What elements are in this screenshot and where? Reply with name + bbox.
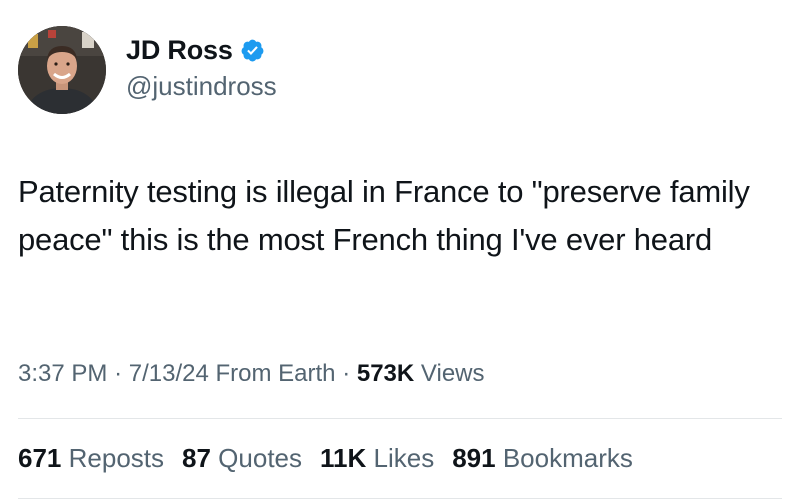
reposts-stat[interactable]: 671 Reposts bbox=[18, 443, 164, 474]
likes-stat[interactable]: 11K Likes bbox=[320, 443, 434, 474]
quotes-label: Quotes bbox=[218, 443, 302, 473]
divider bbox=[18, 498, 782, 499]
quotes-stat[interactable]: 87 Quotes bbox=[182, 443, 302, 474]
tweet-source: From Earth bbox=[215, 360, 336, 387]
meta-separator: · bbox=[114, 360, 123, 387]
bookmarks-label: Bookmarks bbox=[502, 443, 633, 473]
views-label: Views bbox=[420, 360, 485, 387]
author-display-name[interactable]: JD Ross bbox=[126, 35, 233, 66]
views-count: 573K bbox=[356, 360, 415, 387]
avatar-photo bbox=[18, 26, 106, 114]
tweet-card: JD Ross @justindross Paternity testing i… bbox=[0, 0, 800, 502]
reposts-label: Reposts bbox=[68, 443, 165, 473]
divider bbox=[18, 418, 782, 419]
likes-count: 11K bbox=[320, 443, 367, 473]
author-handle[interactable]: @justindross bbox=[126, 71, 277, 102]
verified-badge-icon bbox=[240, 38, 265, 63]
likes-label: Likes bbox=[373, 443, 435, 473]
bookmarks-count: 891 bbox=[452, 443, 496, 473]
avatar[interactable] bbox=[18, 26, 106, 114]
engagement-stats: 671 Reposts 87 Quotes 11K Likes 891 Book… bbox=[18, 443, 651, 474]
quotes-count: 87 bbox=[182, 443, 211, 473]
tweet-meta: 3:37 PM · 7/13/24 From Earth · 573K View… bbox=[18, 360, 485, 388]
reposts-count: 671 bbox=[18, 443, 62, 473]
meta-separator: · bbox=[342, 360, 351, 387]
tweet-time[interactable]: 3:37 PM bbox=[18, 360, 107, 387]
tweet-date[interactable]: 7/13/24 bbox=[129, 360, 209, 387]
bookmarks-stat[interactable]: 891 Bookmarks bbox=[452, 443, 633, 474]
tweet-text: Paternity testing is illegal in France t… bbox=[18, 174, 750, 257]
author-name-row: JD Ross bbox=[126, 33, 265, 67]
